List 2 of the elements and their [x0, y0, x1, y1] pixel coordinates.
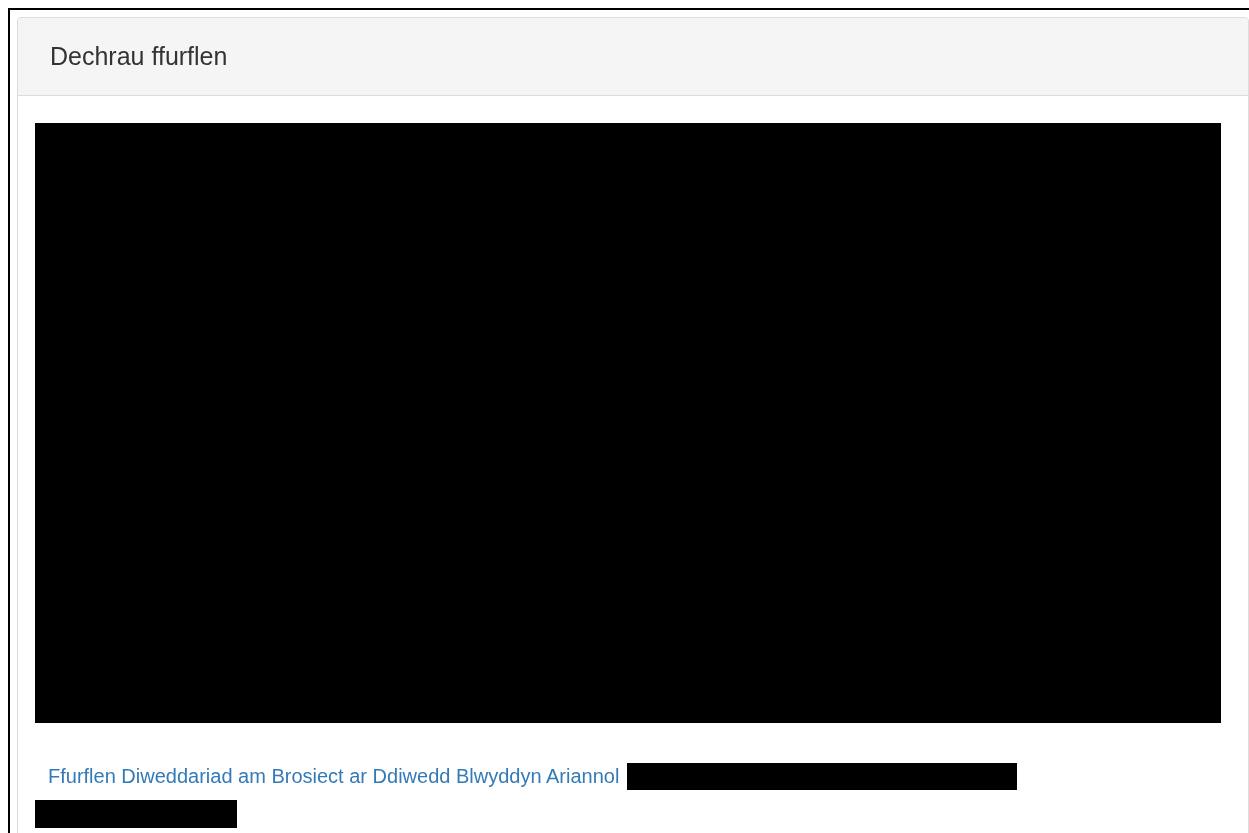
panel-title: Dechrau ffurflen: [50, 40, 228, 72]
form-link[interactable]: Ffurflen Diweddariad am Brosiect ar Ddiwedd Blwyddyn Ariannol: [48, 761, 620, 791]
